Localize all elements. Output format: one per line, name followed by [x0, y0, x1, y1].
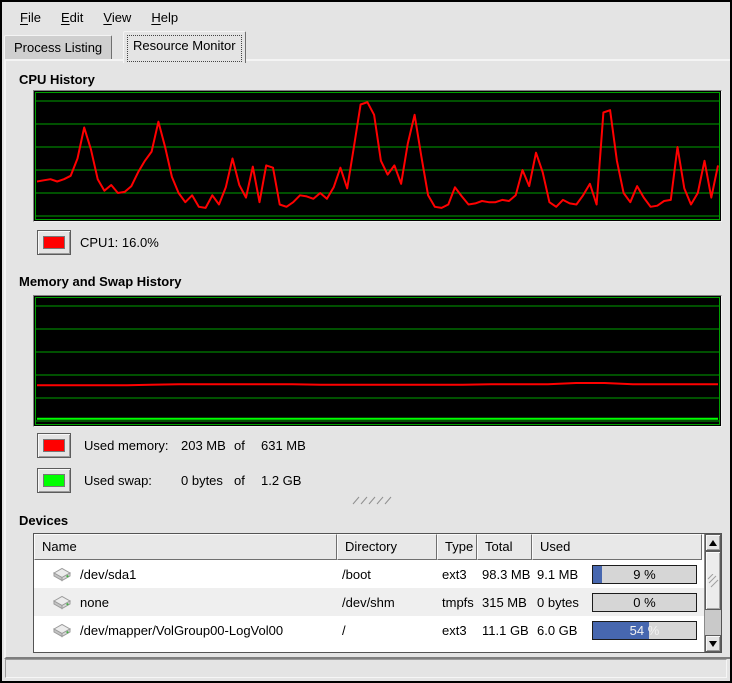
- device-name: /dev/sda1: [80, 567, 136, 582]
- menu-view[interactable]: View: [93, 6, 141, 29]
- device-row-2[interactable]: /dev/mapper/VolGroup00-LogVol00 /ext311.1…: [34, 616, 704, 644]
- usage-percent-label: 54 %: [593, 622, 696, 639]
- column-header-name[interactable]: Name: [34, 534, 337, 560]
- menu-edit[interactable]: Edit: [51, 6, 93, 29]
- device-usage-progressbar: 54 %: [592, 621, 697, 640]
- used-swap-label: Used swap:: [84, 468, 152, 493]
- cpu-graph-svg: [35, 92, 720, 220]
- used-swap-value: 0 bytes: [181, 468, 223, 493]
- device-type: ext3: [437, 560, 477, 588]
- used-memory-value: 203 MB: [181, 433, 226, 458]
- device-used-amount: 6.0 GB: [537, 623, 577, 638]
- memory-graph-svg: [35, 297, 720, 425]
- device-directory: /: [337, 616, 437, 644]
- column-header-directory[interactable]: Directory: [337, 534, 437, 560]
- used-memory-color-swatch-button[interactable]: [37, 433, 71, 458]
- tab-process-listing[interactable]: Process Listing: [4, 35, 112, 61]
- memory-swap-history-graph: [33, 295, 722, 427]
- device-name: /dev/mapper/VolGroup00-LogVol00: [80, 623, 283, 638]
- device-name: none: [80, 595, 109, 610]
- tab-label: Process Listing: [14, 40, 102, 55]
- devices-table-body: /dev/sda1/bootext398.3 MB 9.1 MB 9 % none/d…: [34, 560, 704, 644]
- used-swap-color-swatch-button[interactable]: [37, 468, 71, 493]
- device-usage-progressbar: 9 %: [592, 565, 697, 584]
- usage-percent-label: 0 %: [593, 594, 696, 611]
- arrow-up-icon: [709, 540, 717, 546]
- pane-resize-grip[interactable]: [351, 492, 393, 501]
- status-bar: [5, 659, 727, 678]
- menubar: FileEditViewHelp: [4, 4, 728, 30]
- usage-percent-label: 9 %: [593, 566, 696, 583]
- hard-disk-icon: [51, 594, 73, 610]
- hard-disk-icon: [51, 622, 73, 638]
- devices-table-header: NameDirectoryTypeTotalUsed: [34, 534, 704, 560]
- device-usage-progressbar: 0 %: [592, 593, 697, 612]
- scroll-down-button[interactable]: [705, 635, 721, 652]
- scrollbar-thumb[interactable]: [705, 551, 721, 610]
- column-header-type[interactable]: Type: [437, 534, 477, 560]
- devices-table: NameDirectoryTypeTotalUsed /dev/sda1/boo…: [33, 533, 722, 653]
- memory-swap-history-title: Memory and Swap History: [19, 274, 182, 289]
- tab-label: Resource Monitor: [133, 38, 236, 53]
- device-used-amount: 9.1 MB: [537, 567, 578, 582]
- used-memory-color-chip: [43, 439, 65, 452]
- device-total: 315 MB: [477, 588, 532, 616]
- column-header-used[interactable]: Used: [532, 534, 702, 560]
- cpu-history-graph: [33, 90, 722, 222]
- column-header-total[interactable]: Total: [477, 534, 532, 560]
- thumb-grip-icon: [707, 574, 719, 588]
- used-swap-total: 1.2 GB: [261, 468, 301, 493]
- device-type: tmpfs: [437, 588, 477, 616]
- devices-vertical-scrollbar[interactable]: [704, 534, 721, 652]
- used-swap-color-chip: [43, 474, 65, 487]
- cpu1-legend-label: CPU1: 16.0%: [80, 230, 159, 255]
- used-memory-label: Used memory:: [84, 433, 169, 458]
- menu-file[interactable]: File: [10, 6, 51, 29]
- hard-disk-icon: [51, 566, 73, 582]
- menu-help[interactable]: Help: [141, 6, 188, 29]
- device-used-amount: 0 bytes: [537, 595, 579, 610]
- device-total: 11.1 GB: [477, 616, 532, 644]
- arrow-down-icon: [709, 641, 717, 647]
- used-memory-of: of: [234, 433, 245, 458]
- devices-columns: NameDirectoryTypeTotalUsed /dev/sda1/boo…: [34, 534, 704, 652]
- tab-resource-monitor[interactable]: Resource Monitor: [123, 31, 246, 63]
- device-directory: /dev/shm: [337, 588, 437, 616]
- cpu-history-title: CPU History: [19, 72, 95, 87]
- used-memory-total: 631 MB: [261, 433, 306, 458]
- used-swap-of: of: [234, 468, 245, 493]
- grip-hatch-icon: [351, 496, 393, 505]
- cpu1-color-swatch-button[interactable]: [37, 230, 71, 255]
- device-total: 98.3 MB: [477, 560, 532, 588]
- scroll-up-button[interactable]: [705, 534, 721, 551]
- device-type: ext3: [437, 616, 477, 644]
- cpu1-color-chip: [43, 236, 65, 249]
- device-row-1[interactable]: none/dev/shmtmpfs315 MB 0 bytes 0 %: [34, 588, 704, 616]
- device-directory: /boot: [337, 560, 437, 588]
- tab-bar: Process Listing Resource Monitor: [4, 30, 728, 60]
- system-monitor-window: FileEditViewHelp Process Listing Resource…: [0, 0, 732, 683]
- resource-monitor-page: CPU History CPU1: 16.0% Memory and Swap …: [4, 59, 732, 659]
- devices-title: Devices: [19, 513, 68, 528]
- device-row-0[interactable]: /dev/sda1/bootext398.3 MB 9.1 MB 9 %: [34, 560, 704, 588]
